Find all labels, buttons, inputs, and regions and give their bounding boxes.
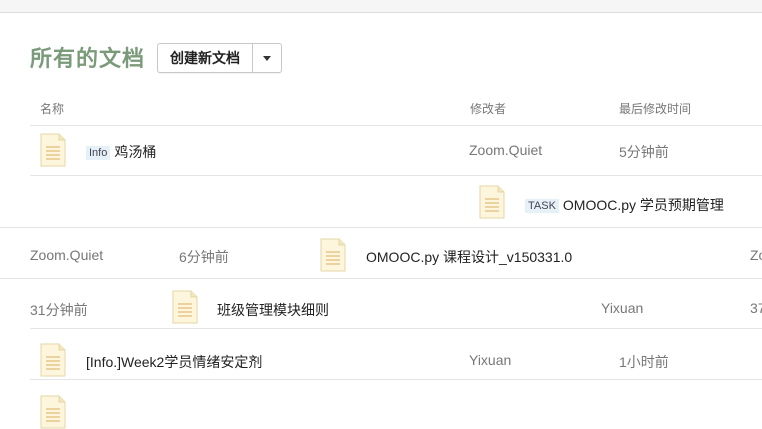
modifier-name: Yixuan	[601, 300, 644, 316]
modified-time: 1小时前	[619, 354, 669, 370]
divider	[30, 125, 762, 126]
divider	[30, 175, 762, 176]
doc-tag-badge: Info	[86, 146, 111, 160]
modifier-name: Zoom.Quiet	[469, 142, 543, 158]
document-icon	[320, 238, 346, 272]
document-title: OMOOC.py 课程设计_v150331.0	[366, 249, 573, 265]
document-title: 班级管理模块细则	[217, 302, 329, 318]
column-header-name[interactable]: 名称	[40, 100, 64, 117]
create-document-dropdown[interactable]	[252, 44, 281, 72]
page-title: 所有的文档	[30, 46, 146, 71]
modifier-name: Yixuan	[469, 352, 512, 368]
top-bar-glyph: ʼ	[118, 0, 121, 6]
document-icon	[40, 395, 66, 429]
create-document-button[interactable]: 创建新文档	[158, 44, 252, 72]
doc-tag-badge: TASK	[525, 199, 559, 213]
modifier-name: Zoom.Quiet	[30, 247, 104, 263]
document-icon	[40, 343, 66, 377]
document-title-link[interactable]: 班级管理模块细则	[217, 300, 329, 320]
divider	[0, 227, 762, 228]
document-title: OMOOC.py 学员预期管理	[562, 197, 724, 213]
modified-time: 5分钟前	[619, 144, 669, 160]
divider	[30, 379, 762, 380]
column-header-modified-time[interactable]: 最后修改时间	[619, 100, 691, 117]
document-title-link[interactable]: [Info.]Week2学员情绪安定剂	[86, 352, 262, 372]
caret-down-icon	[263, 55, 271, 61]
document-title: [Info.]Week2学员情绪安定剂	[86, 354, 263, 370]
column-header-modifier[interactable]: 修改者	[470, 100, 506, 117]
modified-time: 31分钟前	[30, 302, 88, 318]
document-icon	[40, 133, 66, 167]
document-title-link[interactable]: Info 鸡汤桶	[86, 142, 156, 162]
modified-time: 6分钟前	[179, 249, 229, 265]
top-bar: ʼ	[0, 0, 762, 13]
document-title: 鸡汤桶	[114, 144, 157, 160]
modified-time: 37	[750, 300, 762, 316]
document-title-link[interactable]: TASK OMOOC.py 学员预期管理	[525, 195, 724, 215]
document-icon	[479, 185, 505, 219]
modifier-name: Zo	[750, 247, 762, 263]
document-title-link[interactable]: OMOOC.py 课程设计_v150331.0	[366, 247, 572, 267]
divider	[30, 328, 762, 329]
document-icon	[172, 290, 198, 324]
divider	[0, 278, 762, 279]
create-document-button-group: 创建新文档	[157, 43, 282, 73]
